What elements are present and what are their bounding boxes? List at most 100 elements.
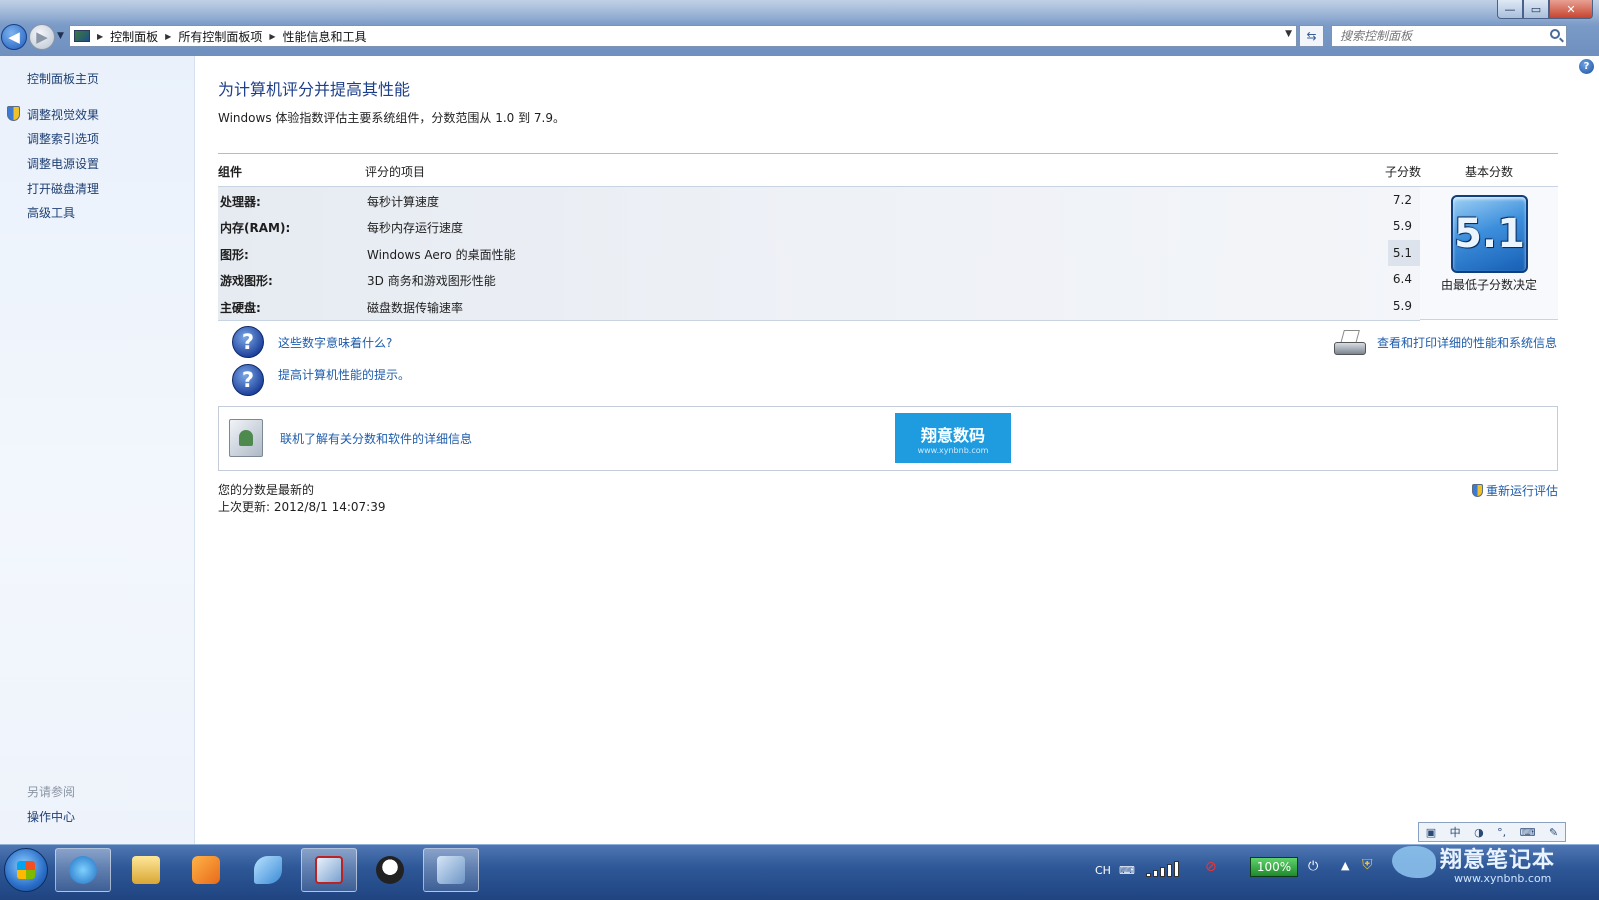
- header-basescore: 基本分数: [1465, 165, 1514, 179]
- input-language[interactable]: CH: [1095, 864, 1111, 877]
- rerun-label: 重新运行评估: [1485, 484, 1558, 498]
- maximize-button[interactable]: ▭: [1523, 0, 1549, 19]
- power-plug-icon[interactable]: ⏻: [1308, 859, 1318, 874]
- site-watermark: 翔意笔记本 www.xynbnb.com: [1392, 842, 1599, 900]
- logo-text: 翔意数码: [920, 425, 985, 445]
- taskbar-app-bird[interactable]: [240, 848, 296, 892]
- signal-bar: [1146, 873, 1151, 877]
- table-row: 内存(RAM): 每秒内存运行速度 5.9: [218, 213, 1420, 239]
- language-bar[interactable]: ▣ 中 ◑ °, ⌨ ✎: [1418, 822, 1566, 842]
- uac-shield-icon: [1471, 484, 1483, 497]
- taskbar: CH ⌨ ⊘ 100% ⏻ ▲ ⛨: [0, 844, 1599, 900]
- uac-shield-icon: [7, 106, 20, 121]
- keyboard-icon[interactable]: ⌨: [1119, 864, 1135, 877]
- minimize-button[interactable]: —: [1497, 0, 1523, 19]
- breadcrumb-performance[interactable]: 性能信息和工具: [283, 28, 367, 45]
- row-description: Windows Aero 的桌面性能: [367, 248, 516, 262]
- row-description: 每秒计算速度: [367, 195, 440, 209]
- breadcrumb-all-items[interactable]: 所有控制面板项: [178, 28, 262, 45]
- taskbar-ie[interactable]: [55, 848, 111, 892]
- volume-muted-icon[interactable]: ⊘: [1205, 859, 1217, 875]
- close-button[interactable]: ✕: [1549, 0, 1593, 19]
- page-subtitle: Windows 体验指数评估主要系统组件，分数范围从 1.0 到 7.9。: [218, 111, 565, 125]
- sidebar-item-visual-effects[interactable]: 调整视觉效果: [27, 106, 99, 123]
- see-also-heading: 另请参阅: [27, 785, 76, 799]
- sidebar-item-home[interactable]: 控制面板主页: [27, 70, 99, 87]
- sidebar-item-advanced-tools[interactable]: 高级工具: [27, 204, 75, 221]
- breadcrumb-control-panel[interactable]: 控制面板: [110, 28, 158, 45]
- what-numbers-mean-link[interactable]: 这些数字意味着什么?: [278, 334, 392, 351]
- taskbar-qq[interactable]: [362, 848, 418, 892]
- chevron-right-icon[interactable]: ▶: [97, 32, 103, 41]
- bird-app-icon: [254, 856, 282, 884]
- chevron-right-icon[interactable]: ▶: [269, 32, 275, 41]
- table-row: 游戏图形: 3D 商务和游戏图形性能 6.4: [218, 266, 1420, 292]
- row-component: 主硬盘:: [220, 301, 261, 315]
- performance-tips-link[interactable]: 提高计算机性能的提示。: [278, 366, 410, 383]
- folder-icon: [132, 856, 160, 884]
- search-input[interactable]: [1332, 26, 1532, 46]
- header-subscore: 子分数: [1385, 165, 1422, 179]
- show-hidden-icons[interactable]: ▲: [1341, 859, 1349, 872]
- help-icon[interactable]: ?: [1579, 59, 1594, 74]
- chevron-down-icon[interactable]: ▼: [1285, 29, 1292, 39]
- battery-indicator[interactable]: 100%: [1250, 857, 1298, 877]
- main-content: ? 为计算机评分并提高其性能 Windows 体验指数评估主要系统组件，分数范围…: [196, 56, 1599, 844]
- question-icon[interactable]: ?: [232, 364, 264, 396]
- online-info-link[interactable]: 联机了解有关分数和软件的详细信息: [280, 430, 472, 447]
- internet-explorer-icon: [69, 856, 97, 884]
- back-button[interactable]: ◀: [1, 24, 27, 50]
- window-controls: — ▭ ✕: [1497, 0, 1593, 19]
- keyboard-icon[interactable]: ⌨: [1520, 826, 1536, 839]
- forward-button[interactable]: ▶: [29, 24, 55, 50]
- settings-icon[interactable]: ✎: [1549, 826, 1558, 839]
- signal-bar: [1160, 867, 1165, 877]
- address-bar[interactable]: ▶ 控制面板 ▶ 所有控制面板项 ▶ 性能信息和工具 ▼: [69, 25, 1297, 47]
- punctuation-icon[interactable]: °,: [1497, 826, 1506, 839]
- row-description: 每秒内存运行速度: [367, 221, 464, 235]
- base-score-value: 5.1: [1454, 211, 1525, 257]
- sidebar-item-disk-cleanup[interactable]: 打开磁盘清理: [27, 180, 99, 197]
- ime-icon[interactable]: ▣: [1426, 826, 1436, 839]
- screenshot-tool-icon: [315, 856, 343, 884]
- recent-pages-dropdown[interactable]: ▼: [57, 31, 64, 41]
- score-status: 您的分数是最新的 上次更新: 2012/8/1 14:07:39: [218, 482, 385, 516]
- network-signal-icon[interactable]: [1146, 857, 1190, 877]
- taskbar-control-panel[interactable]: [423, 848, 479, 892]
- security-shield-icon[interactable]: ⛨: [1362, 857, 1373, 873]
- base-score-cell: 5.1 由最低子分数决定: [1420, 187, 1558, 320]
- control-panel-icon: [437, 856, 465, 884]
- software-box-icon: [229, 419, 263, 457]
- chevron-right-icon[interactable]: ▶: [165, 32, 171, 41]
- divider: [218, 320, 1420, 321]
- row-description: 3D 商务和游戏图形性能: [367, 274, 496, 288]
- search-icon[interactable]: [1550, 29, 1560, 39]
- header-component: 组件: [218, 165, 243, 179]
- header-rated-item: 评分的项目: [365, 165, 426, 179]
- print-details-link[interactable]: 查看和打印详细的性能和系统信息: [1377, 334, 1557, 351]
- sidebar-item-power[interactable]: 调整电源设置: [27, 155, 99, 172]
- windows-logo-icon: [17, 861, 35, 879]
- search-box[interactable]: [1331, 25, 1567, 47]
- ime-mode-label[interactable]: 中: [1450, 824, 1461, 840]
- rerun-assessment-link[interactable]: 重新运行评估: [1471, 482, 1558, 499]
- row-description: 磁盘数据传输速率: [367, 301, 464, 315]
- printer-icon[interactable]: [1334, 330, 1366, 358]
- sidebar-item-action-center[interactable]: 操作中心: [27, 808, 75, 825]
- status-line-uptodate: 您的分数是最新的: [218, 483, 315, 497]
- taskbar-media-player[interactable]: [178, 848, 234, 892]
- sidebar: 控制面板主页 调整视觉效果 调整索引选项 调整电源设置 打开磁盘清理 高级工具 …: [0, 56, 195, 844]
- taskbar-explorer[interactable]: [118, 848, 174, 892]
- taskbar-snipping[interactable]: [301, 848, 357, 892]
- window-chrome: — ▭ ✕ ◀ ▶ ▼ ▶ 控制面板 ▶ 所有控制面板项 ▶ 性能信息和工具 ▼…: [0, 0, 1599, 56]
- start-button[interactable]: [4, 848, 48, 892]
- question-icon[interactable]: ?: [232, 326, 264, 358]
- sidebar-item-indexing[interactable]: 调整索引选项: [27, 130, 99, 147]
- refresh-button[interactable]: ⇆: [1299, 25, 1324, 47]
- base-score-badge: 5.1: [1451, 195, 1528, 273]
- row-subscore: 5.9: [1392, 299, 1412, 313]
- row-component: 内存(RAM):: [220, 221, 291, 235]
- row-component: 处理器:: [220, 195, 261, 209]
- halfwidth-icon[interactable]: ◑: [1474, 826, 1484, 839]
- row-subscore-lowest: 5.1: [1388, 240, 1420, 266]
